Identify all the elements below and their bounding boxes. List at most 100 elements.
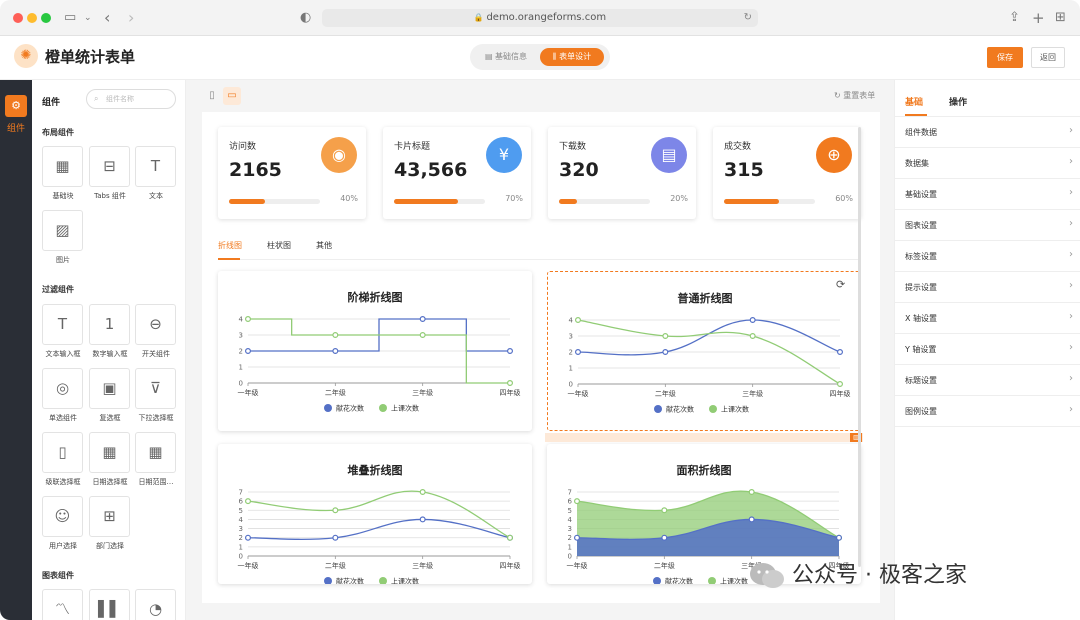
back-arrow-icon[interactable]: ‹ [104,10,110,26]
minimize-window-button[interactable] [27,13,37,23]
tab-action[interactable]: 操作 [949,95,967,108]
property-section[interactable]: 标题设置 › [895,365,1080,396]
component-user[interactable]: ☺ [42,496,83,537]
component-grid-block[interactable]: ▦ [42,146,83,187]
chart-card[interactable]: 阶梯折线图 0 1 2 3 4 一年级 二年级 三年级 四年级 献花次数 上课次数 [218,271,532,431]
browser-window: ▭ ⌄ ‹ › ◐ 🔒 demo.orangeforms.com ↻ ⇪ + ⊞ … [0,0,1080,620]
close-window-button[interactable] [13,13,23,23]
basic-info-tab[interactable]: ▤ 基础信息 [476,48,536,66]
component-text-input[interactable]: T [42,304,83,345]
share-icon[interactable]: ⇪ [1009,10,1020,26]
y-tick-label: 5 [239,507,243,515]
component-line-chart[interactable]: 〽 [42,589,83,620]
stat-card[interactable]: 访问数 2165 ◉ 40% [218,127,366,219]
privacy-shield-icon[interactable]: ◐ [300,10,311,26]
component-pie-chart[interactable]: ◔ [135,589,176,620]
chart-card[interactable]: 堆叠折线图 0 1 2 3 4 5 6 7 一年级 二年级 三年级 四年级 献花次数 上课次数 [218,444,532,584]
stat-card[interactable]: 成交数 315 ⊕ 60% [713,127,861,219]
tab-other[interactable]: 其他 [316,240,332,251]
y-tick-label: 2 [239,348,243,356]
section-title-filter: 过滤组件 [42,285,74,294]
zoom-window-button[interactable] [41,13,51,23]
save-button[interactable]: 保存 [987,47,1023,68]
component-cascader[interactable]: ▯ [42,432,83,473]
component-tabs[interactable]: ⊟ [89,146,130,187]
property-section[interactable]: 图例设置 › [895,396,1080,427]
mode-switch: ▤ 基础信息 ⫼ 表单设计 [470,44,610,70]
component-image[interactable]: ▨ [42,210,83,251]
property-section[interactable]: X 轴设置 › [895,303,1080,334]
form-design-tab[interactable]: ⫼ 表单设计 [540,48,604,66]
new-tab-plus-icon[interactable]: + [1032,10,1045,26]
component-label: 部门选择 [96,542,124,550]
property-section-label: 图例设置 [905,407,937,416]
tab-line[interactable]: 折线图 [218,240,242,251]
property-section-label: 提示设置 [905,283,937,292]
image-icon: ▨ [55,221,70,239]
tab-overview-icon[interactable]: ⊞ [1055,10,1066,26]
component-switch[interactable]: ⊖ [135,304,176,345]
chevron-down-icon[interactable]: ⌄ [84,10,92,26]
legend-marker [653,577,661,584]
component-text[interactable]: T [135,146,176,187]
text-icon: T [150,157,161,175]
component-search-input[interactable]: ⌕ 组件名称 [86,89,176,109]
stat-progress-fill [724,199,779,204]
property-section-label: 标签设置 [905,252,937,261]
component-department[interactable]: ⊞ [89,496,130,537]
component-dropdown[interactable]: ⊽ [135,368,176,409]
property-section[interactable]: 图表设置 › [895,210,1080,241]
bar-chart-icon: ▌▌ [97,600,122,618]
search-placeholder: 组件名称 [106,95,134,103]
component-label: 图片 [56,256,70,264]
property-section[interactable]: Y 轴设置 › [895,334,1080,365]
chart-card[interactable]: 普通折线图 ⟳ 0 1 2 3 4 一年级 二年级 三年级 四年级 献花次数 上课次数 [547,271,861,431]
component-radio[interactable]: ◎ [42,368,83,409]
chevron-right-icon: › [1069,280,1073,291]
property-section[interactable]: 组件数据 › [895,117,1080,148]
back-button[interactable]: 返回 [1031,47,1065,68]
rail-label[interactable]: 组件 [0,121,32,134]
chart-plot: 0 1234567 一年级 二年级 三年级 四年级献花次数 上课次数 [238,489,521,584]
property-section[interactable]: 提示设置 › [895,272,1080,303]
address-bar[interactable]: 🔒 demo.orangeforms.com ↻ [322,9,758,27]
property-section[interactable]: 标签设置 › [895,241,1080,272]
stat-card[interactable]: 下载数 320 ▤ 20% [548,127,696,219]
reload-icon[interactable]: ↻ [744,9,752,27]
reset-form-button[interactable]: ↻ 重置表单 [834,90,875,101]
component-number-input[interactable]: 1 [89,304,130,345]
y-tick-label: 0 [239,553,243,561]
text-input-icon: T [57,315,68,333]
sidebar-toggle-icon[interactable]: ▭ [64,10,76,26]
property-section[interactable]: 基础设置 › [895,179,1080,210]
y-tick-label: 2 [568,534,572,542]
switch-icon: ⊖ [149,315,162,333]
property-section-label: X 轴设置 [905,314,938,323]
canvas-scrollbar[interactable] [858,127,861,567]
stat-card[interactable]: 卡片标题 43,566 ¥70% [383,127,531,219]
data-point [837,380,844,387]
component-checkbox[interactable]: ▣ [89,368,130,409]
x-tick-label: 一年级 [567,561,588,570]
stat-progress-bar [559,199,650,204]
dropdown-icon: ⊽ [150,379,161,397]
component-date-range[interactable]: ▦ [135,432,176,473]
form-icon: ▤ [484,52,496,61]
tab-basic[interactable]: 基础 [905,95,923,108]
property-section[interactable]: 数据集 › [895,148,1080,179]
date-picker-icon: ▦ [102,443,117,461]
legend-marker [654,405,662,413]
component-bar-chart[interactable]: ▌▌ [89,589,130,620]
forward-arrow-icon[interactable]: › [128,10,134,26]
legend-marker [708,577,716,584]
legend-label: 上课次数 [391,404,419,413]
stat-progress-fill [229,199,266,204]
mobile-device-icon[interactable]: ▯ [203,87,221,105]
component-date-picker[interactable]: ▦ [89,432,130,473]
property-section-label: 组件数据 [905,128,937,137]
tab-bar[interactable]: 柱状图 [267,240,291,251]
radio-icon: ◎ [55,379,70,397]
desktop-device-icon[interactable]: ▭ [223,87,241,105]
component-gear-icon[interactable]: ⚙ [5,95,27,117]
data-point [507,379,514,386]
